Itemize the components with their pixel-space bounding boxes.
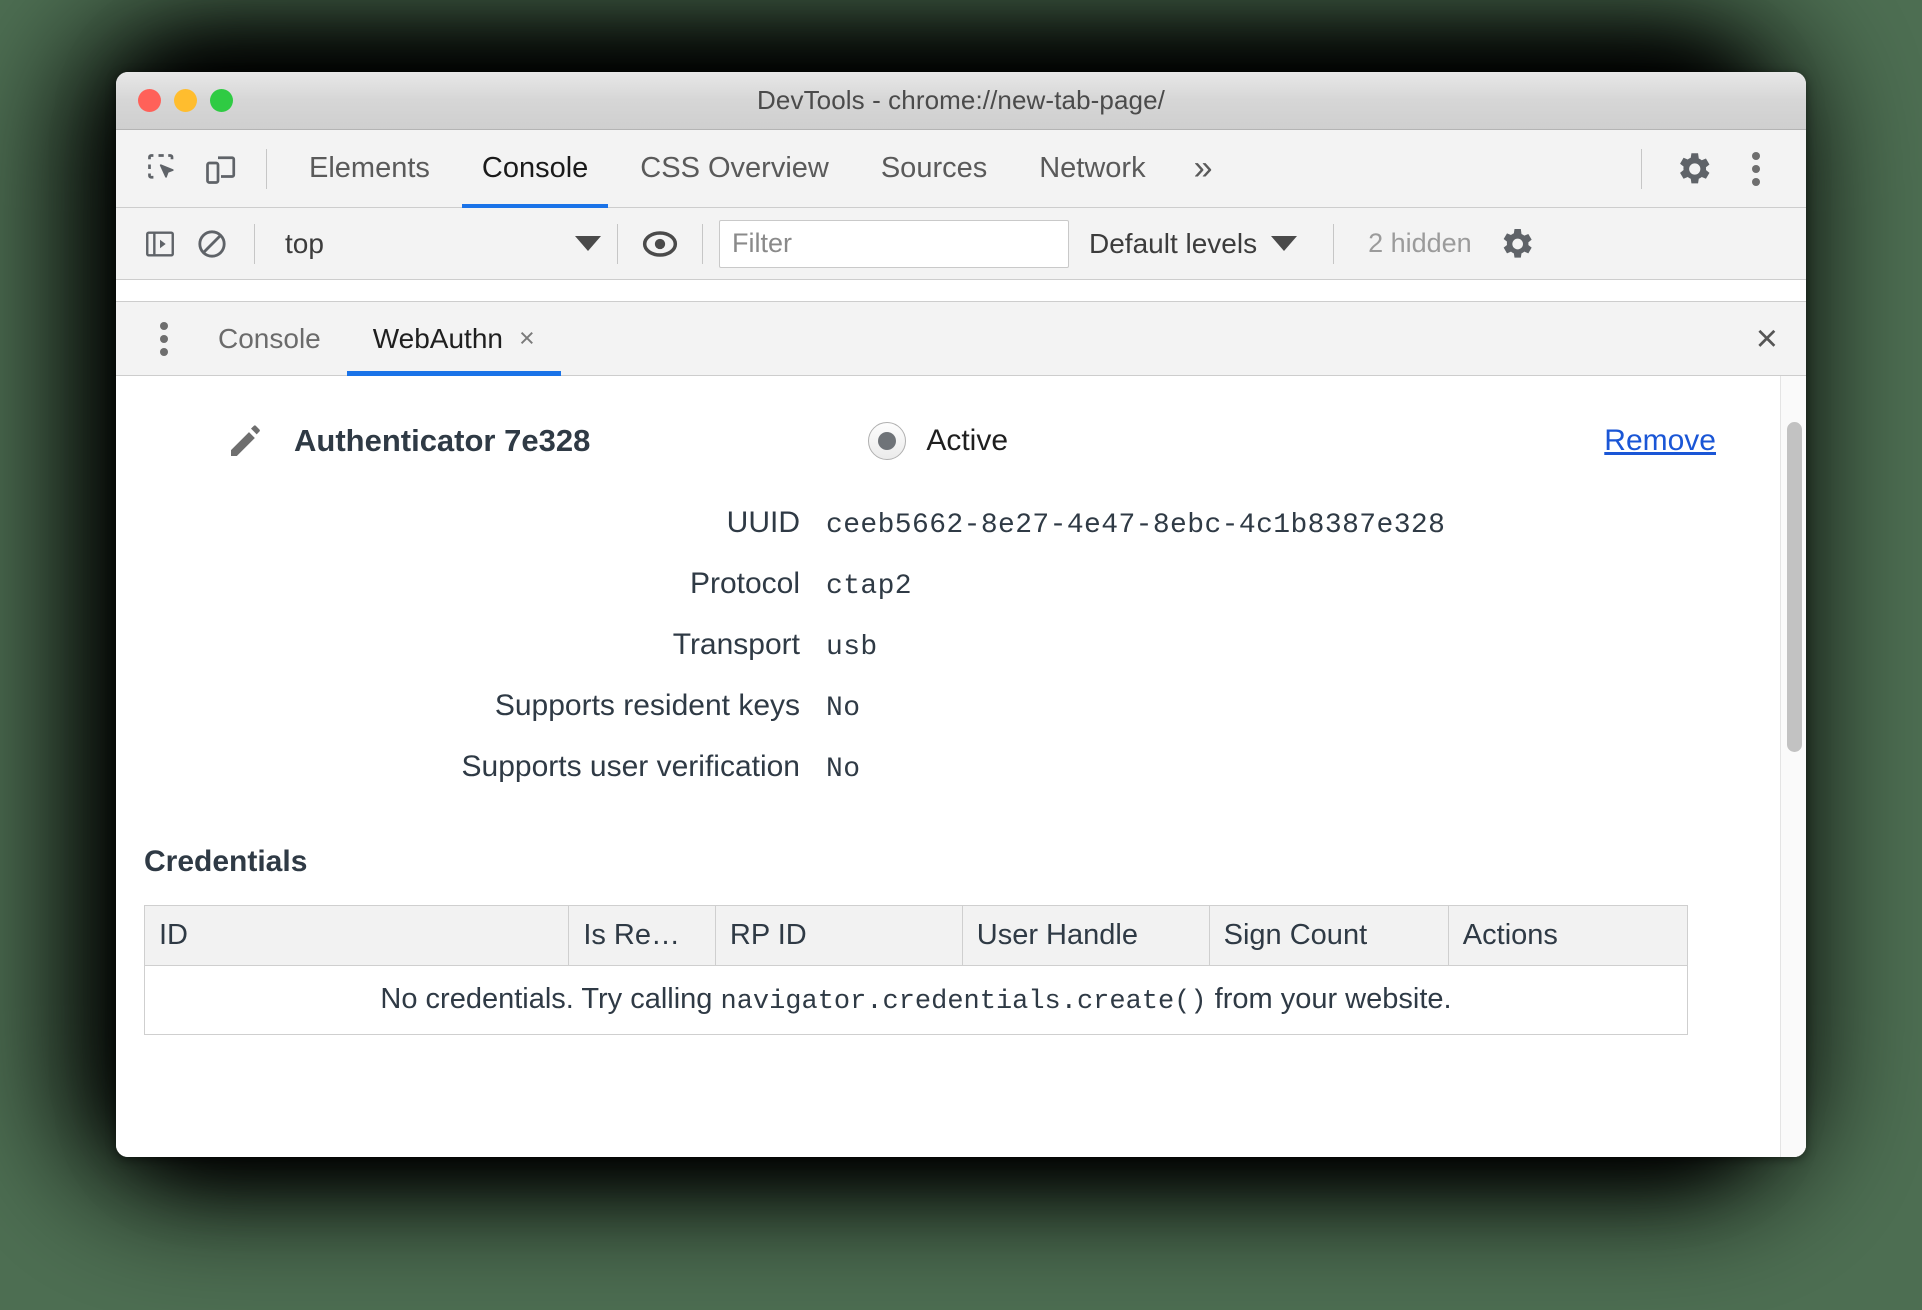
filter-input[interactable] — [719, 219, 1069, 268]
active-radio-label: Active — [926, 424, 1009, 457]
drawer-kebab-dot-1 — [160, 321, 168, 330]
inspect-element-icon[interactable] — [134, 140, 192, 198]
active-radio-dot — [878, 432, 897, 450]
authenticator-fields: UUID ceeb5662-8e27-4e47-8ebc-4c1b8387e32… — [116, 506, 1716, 785]
close-webauthn-tab-icon[interactable]: × — [519, 325, 535, 352]
field-value-uuid: ceeb5662-8e27-4e47-8ebc-4c1b8387e328 — [826, 510, 1446, 541]
field-row-protocol: Protocol ctap2 — [116, 567, 1716, 602]
execution-context-selector[interactable]: top — [271, 228, 601, 260]
webauthn-panel: Authenticator 7e328 Active Remove UUID c… — [116, 376, 1806, 1157]
field-value-user-verification: No — [826, 754, 861, 785]
drawer-kebab-dot-2 — [160, 334, 168, 343]
field-label-transport: Transport — [672, 628, 800, 661]
clear-console-icon[interactable] — [186, 218, 238, 270]
active-radio-button[interactable] — [868, 422, 907, 460]
drawer-kebab-menu-icon[interactable] — [136, 311, 192, 367]
live-expression-icon[interactable] — [634, 218, 686, 270]
log-levels-dropdown[interactable]: Default levels — [1069, 228, 1317, 260]
active-authenticator-radio-group: Active — [868, 422, 1008, 460]
kebab-dot-2 — [1752, 164, 1760, 173]
tab-network[interactable]: Network — [1013, 130, 1171, 208]
window-titlebar: DevTools - chrome://new-tab-page/ — [116, 72, 1806, 130]
field-label-uuid: UUID — [726, 506, 800, 539]
field-label-user-verification: Supports user verification — [461, 750, 801, 783]
field-row-user-verification: Supports user verification No — [116, 750, 1716, 785]
window-title: DevTools - chrome://new-tab-page/ — [757, 85, 1165, 115]
devtools-main-toolbar: Elements Console CSS Overview Sources Ne… — [116, 130, 1806, 208]
credentials-table: ID Is Re… RP ID User Handle Sign Count A… — [144, 905, 1688, 1035]
empty-message-suffix: from your website. — [1206, 983, 1452, 1015]
close-drawer-icon[interactable]: × — [1756, 320, 1778, 358]
hidden-messages-count: 2 hidden — [1368, 228, 1472, 258]
content-scrollbar-thumb[interactable] — [1787, 422, 1802, 752]
kebab-dot-3 — [1752, 177, 1760, 186]
tab-css-overview[interactable]: CSS Overview — [614, 130, 855, 208]
column-header-is-resident[interactable]: Is Re… — [568, 905, 716, 966]
more-tabs-chevron-icon[interactable]: » — [1172, 149, 1235, 188]
device-toolbar-icon[interactable] — [192, 140, 250, 198]
log-levels-label: Default levels — [1089, 227, 1258, 259]
console-toolbar-divider-3 — [702, 223, 703, 264]
show-console-sidebar-icon[interactable] — [134, 218, 186, 270]
content-scrollbar[interactable] — [1780, 376, 1806, 1157]
tab-console-label: Console — [481, 152, 589, 184]
tab-css-overview-label: CSS Overview — [640, 152, 829, 184]
field-row-uuid: UUID ceeb5662-8e27-4e47-8ebc-4c1b8387e32… — [116, 506, 1716, 541]
kebab-dot-1 — [1752, 151, 1760, 160]
column-header-user-handle[interactable]: User Handle — [962, 905, 1210, 966]
devtools-window: DevTools - chrome://new-tab-page/ Elemen… — [116, 72, 1806, 1157]
drawer-tab-webauthn-label: WebAuthn — [372, 322, 503, 354]
drawer-tab-webauthn[interactable]: WebAuthn × — [346, 302, 561, 376]
drawer-tab-console-label: Console — [218, 322, 321, 354]
console-output-strip — [116, 280, 1806, 302]
credentials-empty-message: No credentials. Try calling navigator.cr… — [144, 965, 1688, 1035]
column-header-actions[interactable]: Actions — [1448, 905, 1688, 966]
chevron-down-icon — [575, 236, 601, 251]
drawer-tabbar: Console WebAuthn × × — [116, 302, 1806, 376]
field-label-protocol: Protocol — [689, 567, 800, 600]
empty-message-code: navigator.credentials.create() — [720, 987, 1207, 1017]
authenticator-header: Authenticator 7e328 Active Remove — [116, 402, 1716, 480]
console-toolbar-divider-2 — [617, 223, 618, 264]
more-tabs-glyph: » — [1193, 149, 1213, 187]
credentials-table-header-row: ID Is Re… RP ID User Handle Sign Count A… — [144, 905, 1688, 966]
field-value-protocol: ctap2 — [826, 571, 913, 602]
console-toolbar-divider-4 — [1333, 223, 1335, 264]
field-value-resident-keys: No — [826, 693, 861, 724]
field-value-transport: usb — [826, 632, 878, 663]
tab-sources-label: Sources — [880, 152, 988, 184]
kebab-menu-icon[interactable] — [1728, 141, 1784, 197]
field-row-transport: Transport usb — [116, 628, 1716, 663]
field-row-resident-keys: Supports resident keys No — [116, 689, 1716, 724]
credentials-heading: Credentials — [144, 845, 308, 878]
console-toolbar: top Default levels 2 hidden — [116, 208, 1806, 280]
gear-icon[interactable] — [1658, 140, 1728, 198]
toolbar-divider — [266, 148, 267, 189]
drawer-tab-console[interactable]: Console — [192, 302, 347, 376]
chevron-down-icon — [1271, 236, 1298, 251]
column-header-id[interactable]: ID — [144, 905, 570, 966]
tab-elements[interactable]: Elements — [283, 130, 456, 208]
console-settings-gear-icon[interactable] — [1490, 218, 1542, 270]
empty-message-prefix: No credentials. Try calling — [380, 983, 721, 1015]
tab-network-label: Network — [1039, 152, 1146, 184]
remove-authenticator-link[interactable]: Remove — [1604, 424, 1716, 458]
console-toolbar-divider-1 — [254, 223, 255, 264]
credentials-empty-row: No credentials. Try calling navigator.cr… — [144, 965, 1688, 1035]
tab-sources[interactable]: Sources — [855, 130, 1013, 208]
authenticator-name: Authenticator 7e328 — [294, 423, 591, 458]
column-header-rp-id[interactable]: RP ID — [715, 905, 963, 966]
pencil-edit-icon[interactable] — [226, 421, 266, 461]
field-label-resident-keys: Supports resident keys — [494, 689, 800, 722]
toolbar-divider-right — [1641, 148, 1642, 189]
tab-elements-label: Elements — [309, 152, 430, 184]
drawer-kebab-dot-3 — [160, 347, 168, 356]
tab-console[interactable]: Console — [456, 130, 614, 208]
column-header-sign-count[interactable]: Sign Count — [1209, 905, 1449, 966]
execution-context-value: top — [285, 227, 324, 259]
